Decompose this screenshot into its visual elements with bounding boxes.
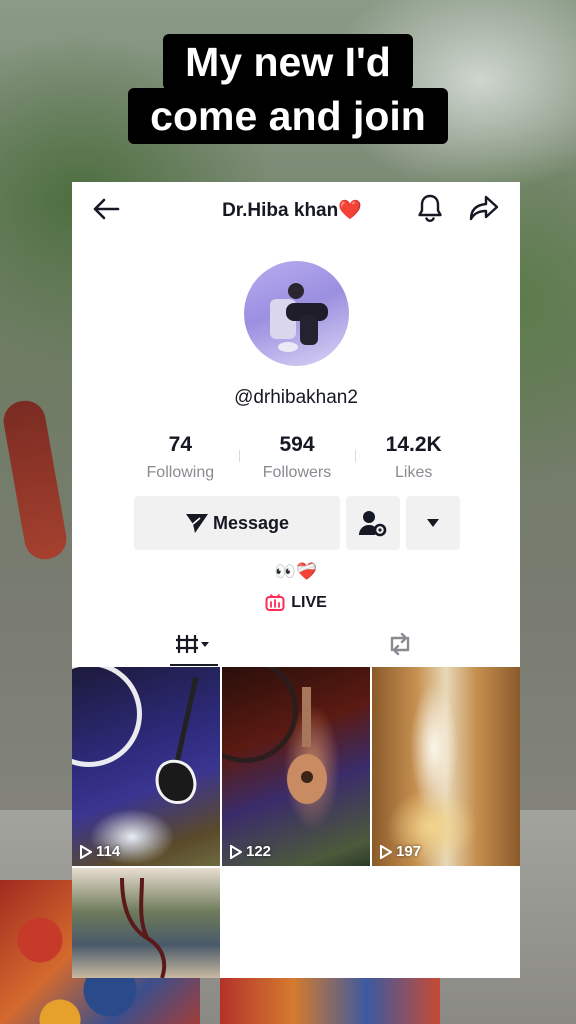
caption-line-1: My new I'd: [163, 34, 413, 90]
profile-stats: 74 Following 594 Followers 14.2K Likes: [122, 432, 472, 482]
content-tabs: [72, 622, 520, 666]
live-badge[interactable]: LIVE: [72, 594, 520, 612]
message-button-label: Message: [212, 512, 290, 533]
view-count-value: 122: [246, 843, 272, 860]
likes-count: 14.2K: [385, 433, 442, 456]
following-label: Following: [146, 464, 215, 481]
view-count-value: 114: [96, 843, 121, 860]
play-icon: [80, 844, 92, 859]
caret-down-icon: [427, 519, 439, 527]
stat-followers[interactable]: 594 Followers: [238, 432, 356, 482]
view-count: 197: [380, 843, 421, 860]
live-label: LIVE: [291, 594, 327, 611]
share-button[interactable]: [468, 192, 500, 224]
video-caption: My new I'd come and join: [0, 34, 576, 144]
message-button[interactable]: Message: [134, 496, 340, 550]
user-gear-icon: [359, 511, 387, 537]
more-options-dropdown[interactable]: [406, 496, 460, 550]
tab-videos[interactable]: [168, 622, 218, 666]
follow-settings-button[interactable]: [346, 496, 400, 550]
bell-icon: [418, 194, 442, 223]
arrow-left-icon: [93, 198, 120, 220]
avatar[interactable]: [244, 261, 349, 366]
video-thumbnail[interactable]: 122: [222, 667, 370, 866]
active-tab-indicator: [170, 664, 218, 666]
top-bar: Dr.Hiba khan❤️: [72, 182, 520, 236]
followers-label: Followers: [262, 464, 332, 481]
display-name: Dr.Hiba khan: [222, 200, 339, 221]
heart-emoji: ❤️: [338, 200, 362, 221]
avatar-photo-figure: [270, 283, 328, 352]
view-count: 114: [80, 843, 120, 860]
followers-count: 594: [279, 433, 315, 456]
view-count: 122: [230, 843, 271, 860]
profile-card: Dr.Hiba khan❤️ @drhibakhan2 74 Following: [72, 182, 520, 978]
ukulele-image: [287, 687, 327, 804]
send-icon: [185, 514, 208, 533]
video-thumbnail[interactable]: 197: [372, 667, 520, 866]
view-count-value: 197: [396, 843, 422, 860]
video-thumbnail[interactable]: 114: [72, 667, 220, 866]
stat-following[interactable]: 74 Following: [122, 432, 239, 482]
caption-line-2: come and join: [128, 88, 448, 144]
stat-likes[interactable]: 14.2K Likes: [355, 432, 472, 482]
play-icon: [380, 844, 392, 859]
guitar-image: [155, 677, 199, 804]
play-icon: [230, 844, 242, 859]
profile-name-title: Dr.Hiba khan❤️: [192, 198, 392, 222]
stethoscope-image: [120, 878, 167, 978]
profile-actions: Message: [134, 496, 460, 550]
notification-bell-button[interactable]: [416, 192, 444, 224]
repost-icon: [390, 632, 410, 656]
video-thumbnail[interactable]: [72, 868, 220, 978]
likes-label: Likes: [395, 464, 433, 481]
bio: 👀❤️‍🩹: [274, 562, 318, 581]
share-arrow-icon: [469, 195, 499, 221]
username: @drhibakhan2: [234, 387, 358, 408]
live-tv-icon: [265, 594, 285, 611]
videos-grid-icon: [176, 635, 209, 653]
tab-reposts[interactable]: [372, 622, 428, 666]
back-button[interactable]: [90, 194, 122, 224]
following-count: 74: [168, 433, 193, 456]
video-grid: 114 122 197: [72, 667, 520, 978]
